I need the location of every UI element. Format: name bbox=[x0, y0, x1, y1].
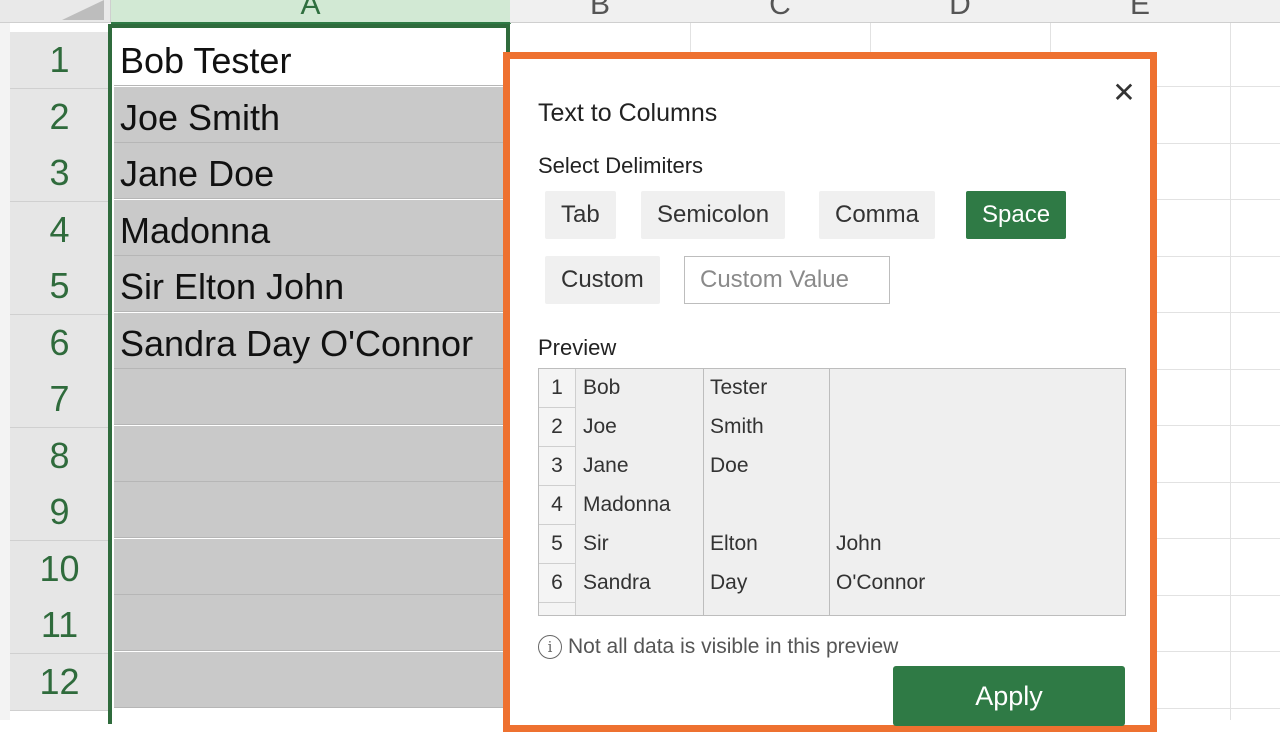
row-header-strip bbox=[0, 23, 10, 720]
preview-row-header: 2 bbox=[539, 408, 576, 447]
select-all-triangle-icon bbox=[62, 0, 104, 20]
preview-cell bbox=[830, 369, 836, 407]
cell-a11[interactable] bbox=[114, 595, 510, 651]
column-header-e[interactable]: E bbox=[1050, 0, 1231, 23]
preview-cell: John bbox=[836, 532, 882, 555]
row-header-7[interactable]: 7 bbox=[10, 371, 109, 428]
row-header-3[interactable]: 3 bbox=[10, 145, 109, 202]
column-header-b[interactable]: B bbox=[510, 0, 691, 23]
row-header-12[interactable]: 12 bbox=[10, 654, 109, 711]
cell-a3[interactable]: Jane Doe bbox=[114, 143, 510, 199]
preview-row-header: 4 bbox=[539, 486, 576, 525]
row-header-9[interactable]: 9 bbox=[10, 484, 109, 541]
delimiter-comma-button[interactable]: Comma bbox=[819, 191, 936, 239]
info-icon: i bbox=[538, 635, 562, 660]
preview-cell: Doe bbox=[710, 454, 749, 477]
preview-label: Preview bbox=[538, 335, 617, 360]
preview-info-note: i Not all data is visible in this preview bbox=[538, 635, 899, 660]
row-header-4[interactable]: 4 bbox=[10, 202, 109, 259]
preview-cell bbox=[830, 408, 836, 446]
text-to-columns-dialog: ✕ Text to Columns Select Delimiters Tab … bbox=[503, 52, 1157, 732]
preview-cell: Smith bbox=[710, 415, 764, 438]
column-header-d[interactable]: D bbox=[870, 0, 1051, 23]
select-delimiters-label: Select Delimiters bbox=[538, 153, 704, 178]
preview-cell: Bob bbox=[583, 376, 621, 399]
preview-row-header bbox=[539, 603, 576, 615]
preview-cell: Tester bbox=[710, 376, 768, 399]
row-header-10[interactable]: 10 bbox=[10, 541, 109, 598]
delimiter-custom-button[interactable]: Custom bbox=[545, 256, 660, 304]
preview-cell: Day bbox=[710, 571, 748, 594]
delimiter-space-button[interactable]: Space bbox=[966, 191, 1067, 239]
cell-a5[interactable]: Sir Elton John bbox=[114, 256, 510, 312]
column-header-c[interactable]: C bbox=[690, 0, 871, 23]
row-header-11[interactable]: 11 bbox=[10, 597, 109, 654]
custom-value-input[interactable] bbox=[684, 256, 890, 304]
preview-row-header: 3 bbox=[539, 447, 576, 486]
row-header-2[interactable]: 2 bbox=[10, 89, 109, 146]
row-header-1[interactable]: 1 bbox=[10, 32, 109, 89]
preview-cell: Elton bbox=[710, 532, 758, 555]
preview-cell: O'Connor bbox=[836, 571, 926, 594]
cell-a8[interactable] bbox=[114, 426, 510, 482]
row-header-5[interactable]: 5 bbox=[10, 258, 109, 315]
preview-cell: Sandra bbox=[583, 571, 651, 594]
preview-cell bbox=[830, 447, 836, 485]
select-all-corner[interactable] bbox=[0, 0, 111, 23]
preview-cell: Sir bbox=[583, 532, 609, 555]
cell-a10[interactable] bbox=[114, 539, 510, 595]
preview-cell: Jane bbox=[583, 454, 629, 477]
row-header-8[interactable]: 8 bbox=[10, 428, 109, 485]
cell-a1[interactable]: Bob Tester bbox=[114, 30, 510, 86]
column-header-f[interactable] bbox=[1230, 0, 1280, 23]
preview-row-header: 1 bbox=[539, 369, 576, 408]
close-icon[interactable]: ✕ bbox=[1112, 79, 1136, 107]
cell-a12[interactable] bbox=[114, 652, 510, 708]
grid-line bbox=[1230, 23, 1231, 720]
info-text: Not all data is visible in this preview bbox=[568, 635, 899, 658]
cell-a7[interactable] bbox=[114, 369, 510, 425]
apply-button[interactable]: Apply bbox=[893, 666, 1125, 726]
preview-cell bbox=[830, 486, 836, 524]
preview-table: 1 Bob Tester 2 Joe Smith 3 Jane Doe 4 Ma… bbox=[538, 368, 1126, 616]
preview-row-header: 6 bbox=[539, 564, 576, 603]
row-header-6[interactable]: 6 bbox=[10, 315, 109, 372]
cell-a4[interactable]: Madonna bbox=[114, 200, 510, 256]
column-header-a[interactable]: A bbox=[111, 0, 511, 24]
cell-a2[interactable]: Joe Smith bbox=[114, 87, 510, 143]
dialog-title: Text to Columns bbox=[538, 99, 718, 127]
cell-a9[interactable] bbox=[114, 482, 510, 538]
preview-cell bbox=[704, 486, 710, 524]
preview-cell: Madonna bbox=[583, 493, 671, 516]
preview-row-header: 5 bbox=[539, 525, 576, 564]
delimiter-semicolon-button[interactable]: Semicolon bbox=[641, 191, 786, 239]
delimiter-tab-button[interactable]: Tab bbox=[545, 191, 616, 239]
preview-cell: Joe bbox=[583, 415, 617, 438]
cell-a6[interactable]: Sandra Day O'Connor bbox=[114, 313, 510, 369]
